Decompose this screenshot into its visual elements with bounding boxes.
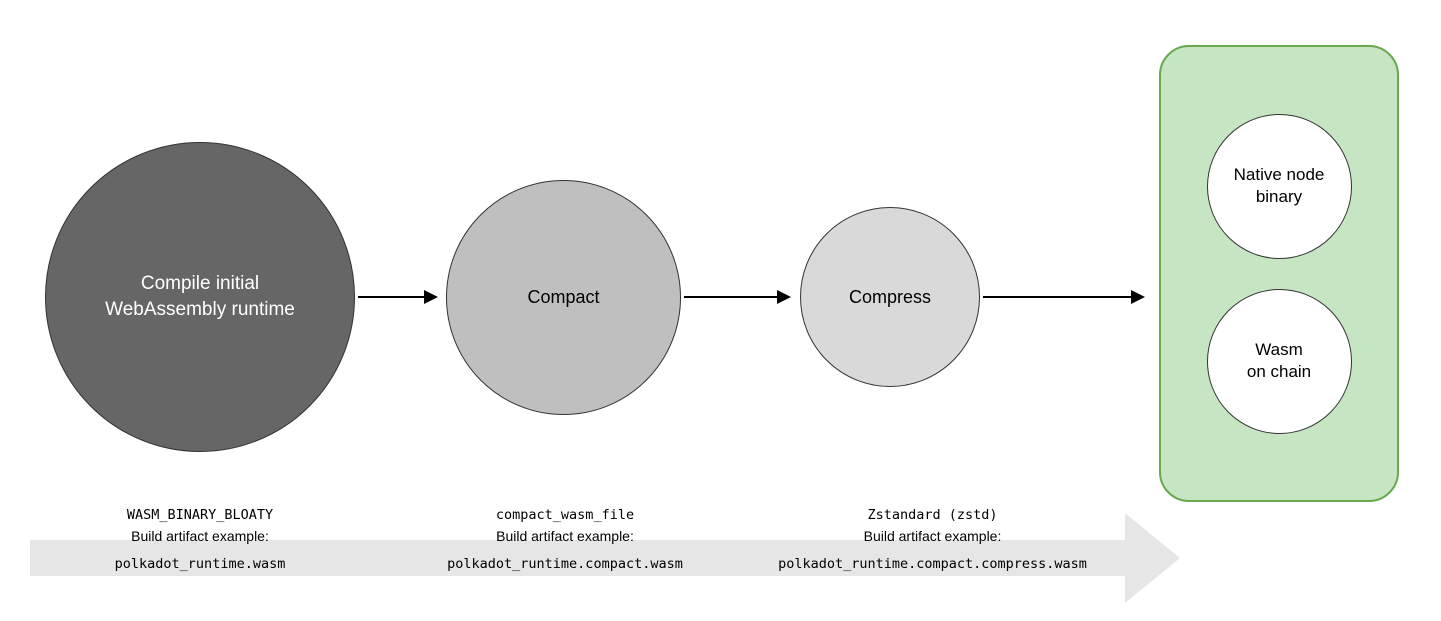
result-container: Native node binary Wasm on chain (1159, 45, 1399, 502)
caption-compress-artifact-label: Build artifact example: (760, 526, 1105, 548)
arrow-compress-to-result (983, 296, 1143, 298)
arrow-compact-to-compress (684, 296, 789, 298)
caption-compress: Zstandard (zstd) Build artifact example:… (760, 505, 1105, 575)
result-wasm-label: Wasm on chain (1247, 339, 1311, 383)
caption-compact-code: compact_wasm_file (405, 505, 725, 526)
caption-compact: compact_wasm_file Build artifact example… (405, 505, 725, 575)
result-wasm-on-chain: Wasm on chain (1207, 289, 1352, 434)
stage-compile-circle: Compile initial WebAssembly runtime (45, 142, 355, 452)
caption-compile: WASM_BINARY_BLOATY Build artifact exampl… (45, 505, 355, 575)
result-native-label: Native node binary (1234, 164, 1325, 208)
stage-compact-circle: Compact (446, 180, 681, 415)
caption-compact-artifact-label: Build artifact example: (405, 526, 725, 548)
caption-compile-artifact-label: Build artifact example: (45, 526, 355, 548)
caption-compress-artifact: polkadot_runtime.compact.compress.wasm (760, 554, 1105, 575)
stage-compile-label: Compile initial WebAssembly runtime (105, 271, 295, 322)
stage-compact-label: Compact (527, 287, 599, 308)
result-native-binary: Native node binary (1207, 114, 1352, 259)
arrow-compile-to-compact (358, 296, 436, 298)
caption-compress-code: Zstandard (zstd) (760, 505, 1105, 526)
build-process-diagram: Compile initial WebAssembly runtime Comp… (0, 0, 1441, 621)
caption-compile-artifact: polkadot_runtime.wasm (45, 554, 355, 575)
caption-compile-code: WASM_BINARY_BLOATY (45, 505, 355, 526)
stage-compress-circle: Compress (800, 207, 980, 387)
caption-compact-artifact: polkadot_runtime.compact.wasm (405, 554, 725, 575)
stage-compress-label: Compress (849, 287, 931, 308)
